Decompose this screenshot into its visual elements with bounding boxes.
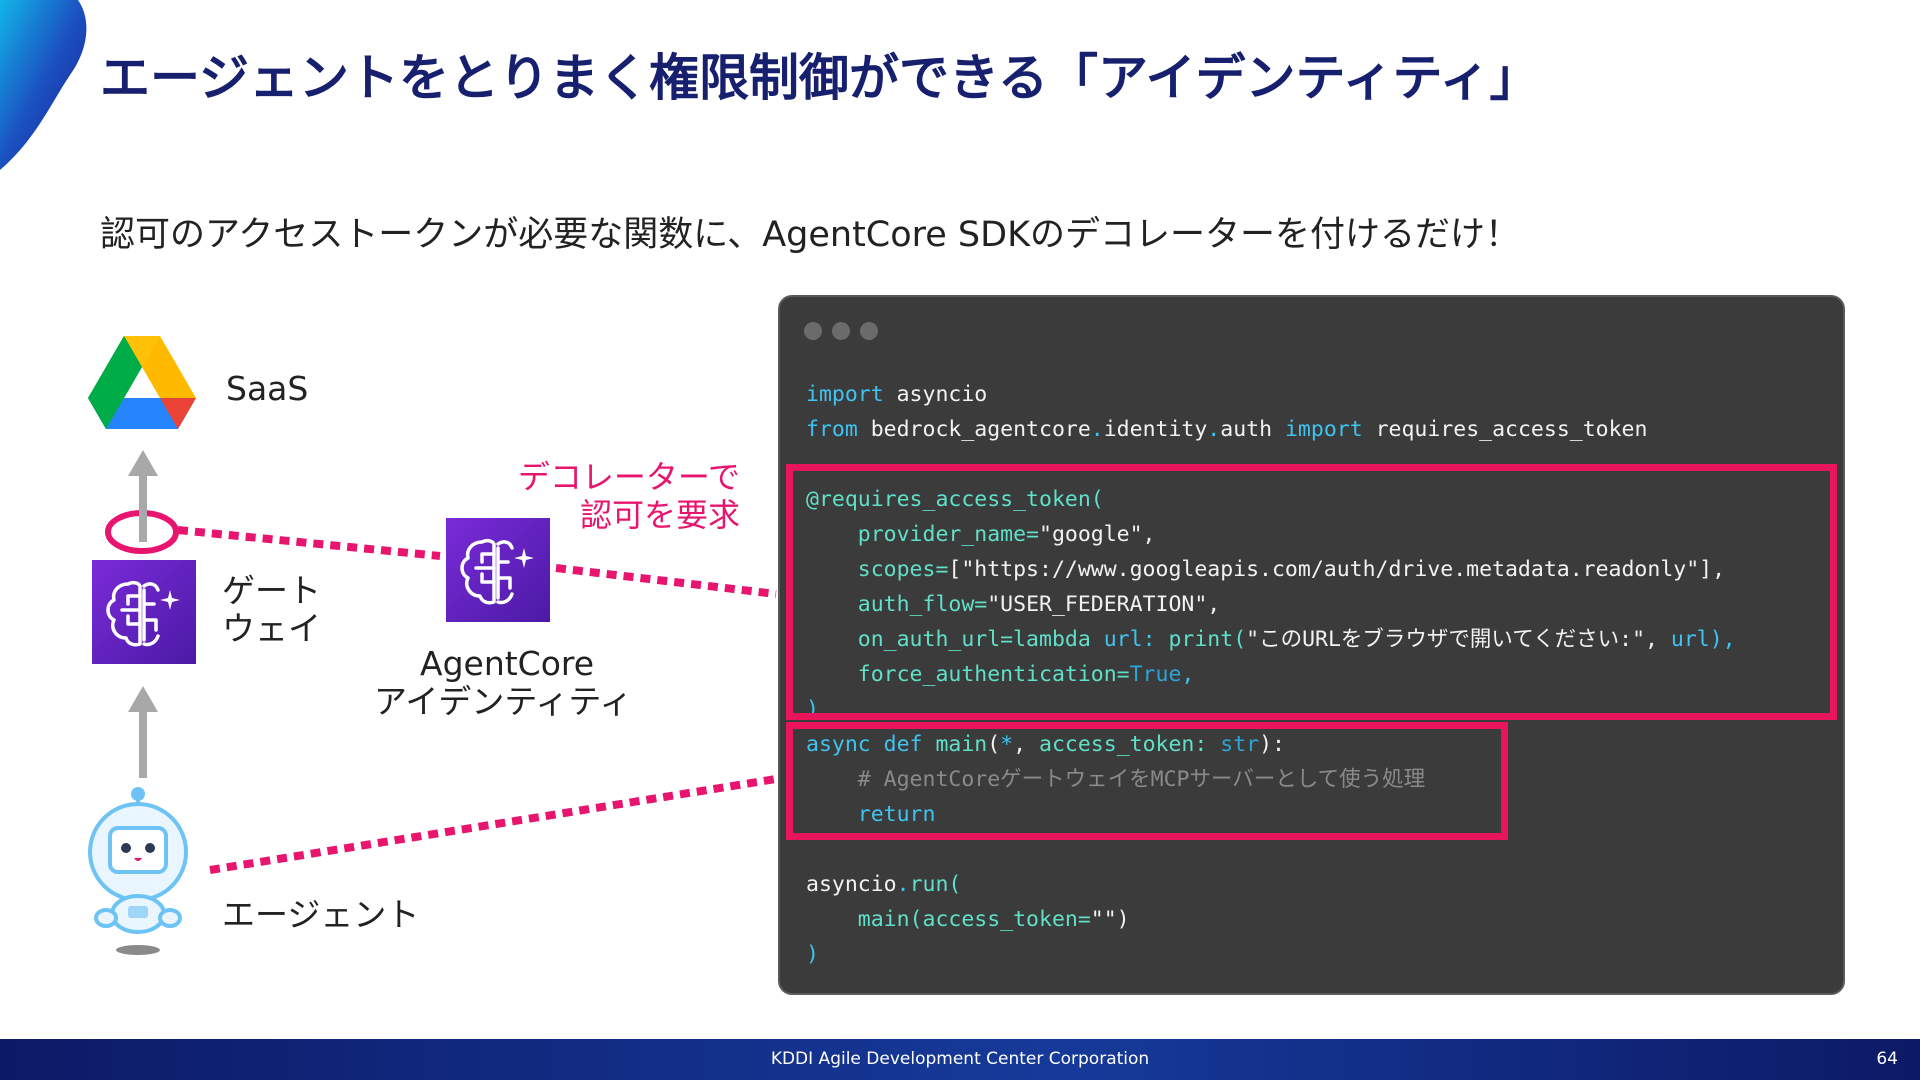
window-controls bbox=[804, 322, 878, 340]
code-line-12: # AgentCoreゲートウェイをMCPサーバーとして使う処理 bbox=[857, 767, 1426, 792]
code-line-8: on_auth_url=lambda url: print("このURLをブラウ… bbox=[857, 627, 1736, 652]
saas-label: SaaS bbox=[226, 369, 309, 408]
gateway-label-line2: ウェイ bbox=[222, 609, 321, 648]
code-block: import asyncio from bedrock_agentcore.id… bbox=[806, 377, 1736, 972]
code-line-4: @requires_access_token( bbox=[806, 487, 1104, 512]
code-line-6: scopes=["https://www.googleapis.com/auth… bbox=[857, 557, 1726, 582]
gateway-tile bbox=[92, 560, 196, 664]
window-dot-icon bbox=[832, 322, 850, 340]
page-subtitle: 認可のアクセストークンが必要な関数に、AgentCore SDKのデコレーターを… bbox=[100, 215, 1521, 255]
gateway-label-line1: ゲート bbox=[222, 571, 321, 610]
code-line-5: provider_name="google", bbox=[857, 522, 1156, 547]
corner-decoration bbox=[0, 0, 87, 170]
code-line-13: return bbox=[857, 802, 936, 827]
code-line-17: ) bbox=[806, 942, 819, 967]
arrow-up-icon bbox=[128, 686, 158, 778]
brain-sparkle-icon bbox=[106, 580, 180, 647]
code-line-10: ) bbox=[806, 697, 819, 722]
code-line-16: main(access_token="") bbox=[857, 907, 1130, 932]
page-title: エージェントをとりまく権限制御ができる「アイデンティティ」 bbox=[100, 49, 1540, 107]
callout-line1: デコレーターで bbox=[517, 458, 740, 496]
arrow-up-icon bbox=[128, 450, 158, 542]
code-window: import asyncio from bedrock_agentcore.id… bbox=[778, 295, 1845, 995]
footer-company: KDDI Agile Development Center Corporatio… bbox=[770, 1049, 1150, 1069]
code-line-1: import asyncio bbox=[806, 382, 988, 407]
window-dot-icon bbox=[860, 322, 878, 340]
code-line-15: asyncio.run( bbox=[806, 872, 962, 897]
robot-agent-icon bbox=[88, 787, 188, 955]
page-number: 64 bbox=[1876, 1049, 1898, 1069]
identity-label-line1: AgentCore bbox=[420, 644, 595, 683]
brain-sparkle-icon bbox=[460, 538, 534, 605]
code-line-2: from bedrock_agentcore.identity.auth imp… bbox=[806, 417, 1648, 442]
window-dot-icon bbox=[804, 322, 822, 340]
identity-label-line2: アイデンティティ bbox=[374, 682, 633, 721]
identity-tile bbox=[446, 518, 550, 622]
code-line-9: force_authentication=True, bbox=[857, 662, 1195, 687]
agent-label: エージェント bbox=[222, 895, 420, 934]
code-line-11: async def main(*, access_token: str): bbox=[806, 732, 1285, 757]
google-drive-icon bbox=[88, 336, 196, 429]
code-line-7: auth_flow="USER_FEDERATION", bbox=[857, 592, 1221, 617]
callout-line2: 認可を要求 bbox=[579, 496, 740, 534]
footer-bar: KDDI Agile Development Center Corporatio… bbox=[0, 1039, 1920, 1080]
